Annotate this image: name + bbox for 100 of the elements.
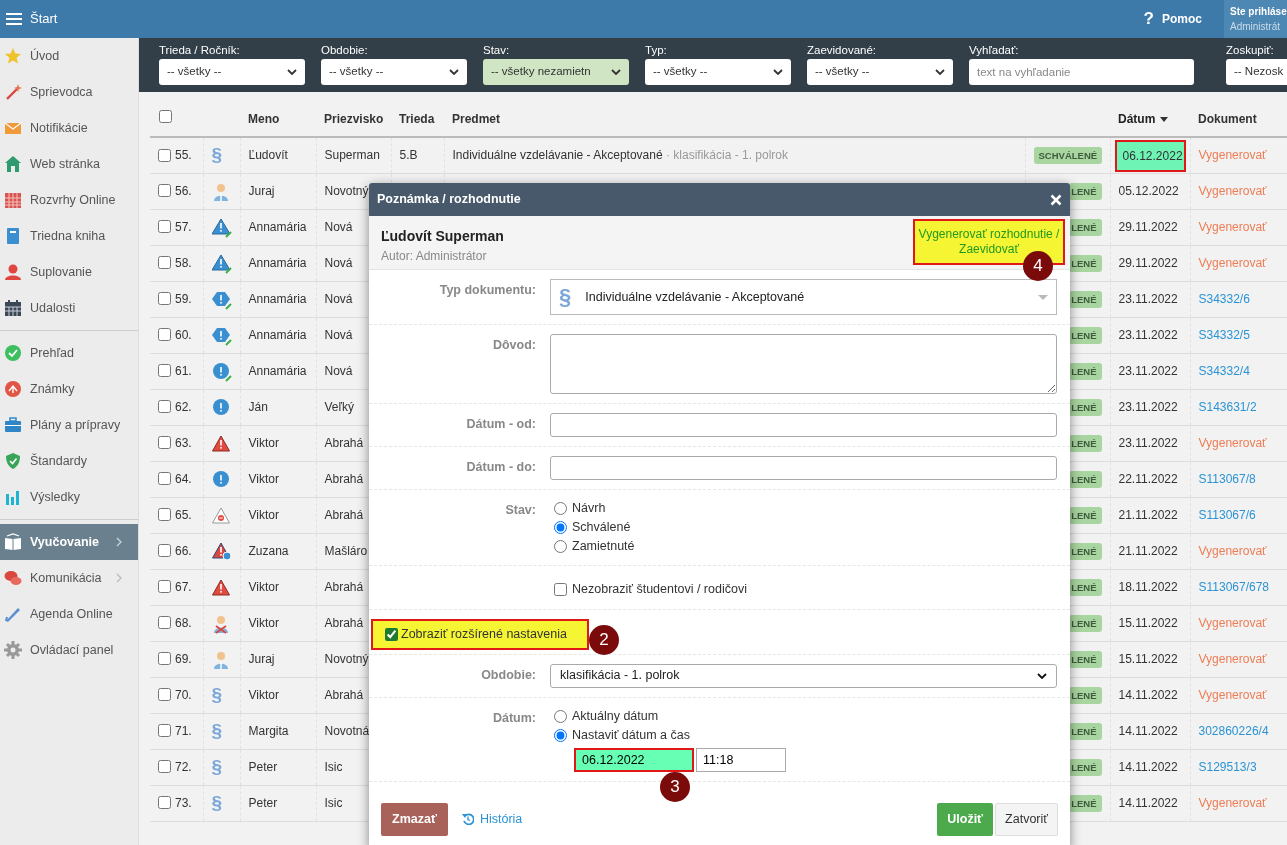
author-text: Autor: Administrátor bbox=[381, 248, 488, 265]
date-text: 05.12.2022 bbox=[1118, 182, 1180, 200]
search-field[interactable]: text na vyhľadanie bbox=[969, 59, 1194, 85]
filter-select[interactable]: -- všetky -- bbox=[645, 59, 791, 85]
field-label: Dátum - do: bbox=[466, 460, 536, 474]
sidebar-item[interactable]: Prehľad bbox=[0, 335, 138, 371]
surname: Novotná bbox=[324, 723, 370, 738]
sidebar-item[interactable]: Triedna kniha bbox=[0, 218, 138, 254]
sidebar-item[interactable]: Udalosti bbox=[0, 290, 138, 326]
date-text: 15.11.2022 bbox=[1118, 614, 1179, 632]
page-title: Štart bbox=[30, 10, 58, 29]
status-badge: LENÉ bbox=[1069, 290, 1102, 308]
column-header[interactable]: Meno bbox=[248, 112, 280, 126]
sidebar-item[interactable]: Plány a prípravy bbox=[0, 407, 138, 443]
checkbox-label: Nezobraziť študentovi / rodičovi bbox=[572, 581, 747, 599]
sidebar-item[interactable]: Suplovanie bbox=[0, 254, 138, 290]
status-badge: LENÉ bbox=[1069, 218, 1102, 236]
status-badge: LENÉ bbox=[1069, 614, 1102, 632]
surname: Nová bbox=[324, 363, 353, 378]
field-label: Stav: bbox=[505, 503, 536, 517]
field-label: Dátum - od: bbox=[466, 417, 536, 431]
row-number: 60. bbox=[175, 326, 192, 344]
paragraph-icon: § bbox=[211, 685, 223, 704]
surname: Abrahá bbox=[324, 615, 364, 630]
status-badge: LENÉ bbox=[1069, 398, 1102, 416]
filter-select[interactable]: -- všetky -- bbox=[321, 59, 467, 85]
status-badge: LENÉ bbox=[1069, 650, 1102, 668]
sidebar-item[interactable]: Web stránka bbox=[0, 146, 138, 182]
status-badge: LENÉ bbox=[1069, 470, 1102, 488]
filter-label: Vyhľadať: bbox=[969, 43, 1020, 58]
first-name: Viktor bbox=[248, 471, 279, 486]
filter-label: Zaevidované: bbox=[807, 43, 878, 58]
status-badge: LENÉ bbox=[1069, 758, 1102, 776]
filter-select[interactable]: -- Nezosk bbox=[1226, 59, 1287, 85]
surname: Abrahá bbox=[324, 687, 364, 702]
checkbox-label: Zobraziť rozšírené nastavenia bbox=[401, 626, 567, 643]
history-link[interactable]: História bbox=[461, 809, 523, 829]
row-number: 70. bbox=[175, 686, 192, 704]
period-select[interactable]: klasifikácia - 1. polrok bbox=[550, 663, 1057, 688]
close-button[interactable]: Zatvoriť bbox=[995, 802, 1058, 836]
dialog-title: Poznámka / rozhodnutie bbox=[377, 191, 521, 209]
filter-select[interactable]: -- všetky -- bbox=[159, 59, 305, 85]
delete-button[interactable]: Zmazať bbox=[381, 802, 448, 836]
date-text: 23.11.2022 bbox=[1118, 362, 1179, 380]
date-text: 29.11.2022 bbox=[1118, 218, 1179, 236]
sidebar-item[interactable]: Úvod bbox=[0, 38, 138, 74]
surname: Superman bbox=[324, 148, 380, 162]
filter-label: Zoskupiť: bbox=[1226, 43, 1275, 58]
sidebar-item[interactable]: Výsledky bbox=[0, 479, 138, 515]
first-name: Viktor bbox=[248, 435, 279, 450]
status-badge: LENÉ bbox=[1069, 542, 1102, 560]
row-number: 66. bbox=[175, 542, 192, 560]
first-name: Viktor bbox=[248, 615, 279, 630]
status-badge: LENÉ bbox=[1069, 506, 1102, 524]
surname: Abrahá bbox=[324, 435, 364, 450]
date-input[interactable]: 06.12.2022 bbox=[574, 747, 694, 772]
date-text: 22.11.2022 bbox=[1118, 470, 1179, 488]
sidebar-item[interactable]: Známky bbox=[0, 371, 138, 407]
surname: Veľký bbox=[324, 399, 354, 414]
subject-text: Individuálne vzdelávanie - Akceptované bbox=[452, 148, 663, 162]
sidebar-item[interactable]: Vyučovanie bbox=[0, 524, 138, 560]
row-number: 55. bbox=[175, 147, 192, 164]
first-name: Ľudovít bbox=[248, 148, 288, 162]
sidebar-item[interactable]: Štandardy bbox=[0, 443, 138, 479]
row-number: 59. bbox=[175, 290, 192, 308]
date-text: 15.11.2022 bbox=[1118, 650, 1179, 668]
column-header[interactable]: Predmet bbox=[452, 112, 501, 126]
sidebar-item[interactable]: Komunikácia bbox=[0, 560, 138, 596]
surname: Mašláro bbox=[324, 543, 368, 558]
sidebar-item[interactable]: Agenda Online bbox=[0, 596, 138, 632]
document-type-select[interactable]: § Individuálne vzdelávanie - Akceptované bbox=[550, 279, 1057, 315]
first-name: Ján bbox=[248, 399, 268, 414]
filter-label: Obdobie: bbox=[321, 43, 369, 58]
help-icon[interactable]: ? bbox=[1143, 6, 1154, 32]
sidebar-item[interactable]: Rozvrhy Online bbox=[0, 182, 138, 218]
first-name: Annamária bbox=[248, 219, 307, 234]
column-header[interactable]: Trieda bbox=[399, 112, 435, 126]
field-label: Dátum: bbox=[492, 710, 536, 725]
filter-select[interactable]: -- všetky nezamietn bbox=[483, 59, 629, 85]
date-text: 14.11.2022 bbox=[1118, 794, 1179, 812]
date-text: 06.12.2022 bbox=[1114, 140, 1186, 172]
status-badge: SCHVÁLENÉ bbox=[1033, 147, 1103, 164]
column-header[interactable]: Dokument bbox=[1198, 112, 1257, 126]
sidebar-item[interactable]: Ovládací panel bbox=[0, 632, 138, 668]
date-text: 14.11.2022 bbox=[1118, 686, 1179, 704]
row-number: 61. bbox=[175, 362, 192, 380]
sidebar-item[interactable]: Sprievodca bbox=[0, 74, 138, 110]
row-number: 56. bbox=[175, 182, 192, 200]
first-name: Viktor bbox=[248, 687, 279, 702]
sidebar-item[interactable]: Notifikácie bbox=[0, 110, 138, 146]
status-badge: LENÉ bbox=[1069, 578, 1102, 596]
help-link[interactable]: Pomoc bbox=[1162, 10, 1202, 28]
date-text: 29.11.2022 bbox=[1118, 254, 1179, 272]
first-name: Annamária bbox=[248, 363, 307, 378]
time-input[interactable]: 11:18 bbox=[696, 747, 786, 772]
filter-select[interactable]: -- všetky -- bbox=[807, 59, 953, 85]
surname: Isic bbox=[324, 795, 343, 810]
column-header[interactable]: Dátum bbox=[1118, 112, 1156, 126]
column-header[interactable]: Priezvisko bbox=[324, 112, 384, 126]
radio-label: Nastaviť dátum a čas bbox=[572, 726, 690, 744]
